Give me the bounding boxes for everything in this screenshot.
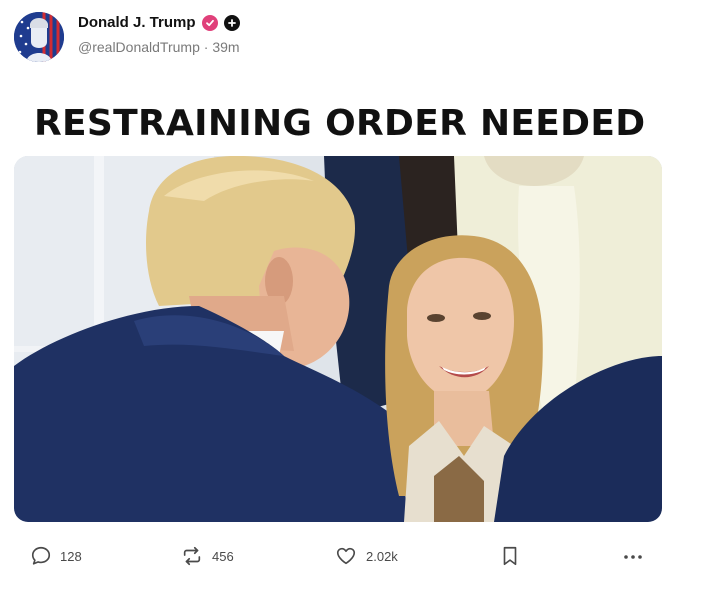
author-block: Donald J. Trump @realDonaldTrump · 39m [78,14,240,55]
author-meta: @realDonaldTrump · 39m [78,39,240,55]
avatar[interactable] [14,12,64,62]
action-bar: 128 456 2.02k [30,545,650,573]
repost-count: 456 [212,548,234,564]
speech-bubble-icon [31,546,51,565]
post-header: Donald J. Trump @realDonaldTrump · 39m [14,12,240,62]
author-handle[interactable]: @realDonaldTrump [78,39,200,55]
bookmark-button[interactable] [500,545,520,567]
post-timestamp[interactable]: 39m [212,39,239,55]
author-display-name[interactable]: Donald J. Trump [78,14,196,31]
repost-button[interactable]: 456 [180,545,234,567]
meta-separator: · [203,39,209,55]
more-dots-icon [624,555,642,559]
reply-count: 128 [60,548,82,564]
verified-check-icon [201,14,218,31]
heart-icon [336,547,356,565]
bookmark-icon [503,546,517,566]
avatar-image [14,12,64,62]
plus-icon [223,14,240,31]
post-photo [14,156,662,522]
post-image[interactable] [14,156,662,522]
repost-arrows-icon [183,546,201,566]
reply-button[interactable]: 128 [30,545,82,567]
like-button[interactable]: 2.02k [334,545,398,567]
more-button[interactable] [622,547,644,567]
like-count: 2.02k [366,548,398,564]
post-headline: RESTRAINING ORDER NEEDED [34,103,646,144]
